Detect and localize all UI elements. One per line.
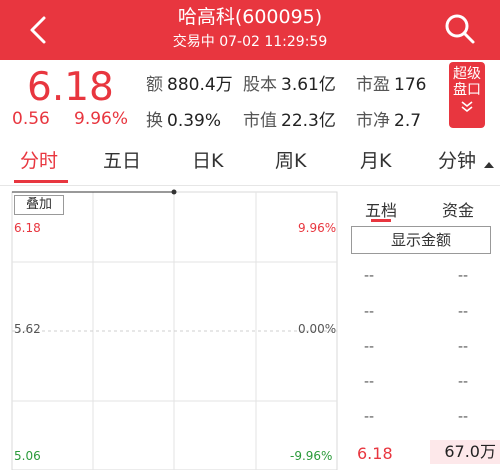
show-amount-button[interactable]: 显示金额	[351, 226, 491, 254]
super-order-book-button[interactable]: 超级盘口	[449, 62, 485, 128]
intraday-chart	[11, 189, 338, 470]
right-tab-underline	[371, 219, 391, 222]
stat-label: 换	[146, 111, 163, 131]
stat-value: 880.4万	[167, 75, 233, 95]
price-change: 0.56	[12, 109, 50, 129]
trading-status: 交易中 07-02 11:29:59	[172, 34, 328, 50]
y-axis-mid-price: 5.62	[14, 322, 41, 336]
active-tab-underline	[14, 180, 68, 183]
double-chevron-down-icon	[461, 101, 473, 113]
order-book-price: --	[364, 409, 375, 425]
tab-order-book[interactable]: 五档	[365, 197, 397, 221]
y-axis-top-percent: 9.96%	[298, 221, 337, 235]
search-icon[interactable]	[442, 11, 478, 47]
super-order-book-label: 超级盘口	[453, 66, 481, 98]
order-book-price: --	[364, 374, 375, 390]
order-book-volume: --	[458, 304, 469, 320]
stat-pe-ratio: 市盈 176	[356, 70, 426, 95]
tab-daily-k[interactable]: 日K	[192, 146, 223, 173]
app-header: 哈高科(600095) 交易中 07-02 11:29:59	[0, 0, 500, 60]
tab-five-day[interactable]: 五日	[103, 146, 141, 173]
tab-minute[interactable]: 分钟	[438, 146, 476, 173]
order-book-volume: --	[458, 268, 469, 284]
page-title: 哈高科(600095)	[177, 6, 323, 28]
stat-label: 市值	[243, 111, 277, 131]
tab-weekly-k[interactable]: 周K	[275, 146, 306, 173]
chart-period-tabs: 分时 五日 日K 周K 月K 分钟	[0, 138, 500, 186]
order-book-volume: --	[458, 374, 469, 390]
stat-share-capital: 股本 3.61亿	[243, 70, 336, 95]
stat-value: 176	[394, 75, 427, 95]
order-book-price: --	[364, 268, 375, 284]
tab-intraday[interactable]: 分时	[20, 146, 58, 173]
stat-turnover-amount: 额 880.4万	[146, 70, 233, 95]
stat-market-cap: 市值 22.3亿	[243, 106, 336, 131]
stat-value: 2.7	[394, 111, 422, 131]
stat-value: 3.61亿	[281, 75, 336, 95]
tab-monthly-k[interactable]: 月K	[360, 146, 391, 173]
current-price: 6.18	[27, 65, 114, 110]
stat-label: 股本	[243, 75, 277, 95]
order-book-volume: --	[458, 339, 469, 355]
stat-label: 额	[146, 75, 163, 95]
tab-dropdown-icon[interactable]	[484, 162, 494, 168]
order-book-price: --	[364, 304, 375, 320]
stat-turnover-rate: 换 0.39%	[146, 106, 221, 131]
y-axis-bottom-percent: -9.96%	[290, 449, 333, 463]
y-axis-mid-percent: 0.00%	[298, 322, 337, 336]
stat-value: 22.3亿	[281, 111, 336, 131]
current-point-marker	[171, 189, 177, 195]
stat-value: 0.39%	[167, 111, 222, 131]
stat-label: 市净	[356, 111, 390, 131]
overlay-button[interactable]: 叠加	[14, 195, 64, 215]
stat-label: 市盈	[356, 75, 390, 95]
tab-capital-flow[interactable]: 资金	[442, 197, 474, 221]
order-book-volume: --	[458, 409, 469, 425]
stat-pb-ratio: 市净 2.7	[356, 106, 421, 131]
y-axis-bottom-price: 5.06	[14, 449, 41, 463]
y-axis-top-price: 6.18	[14, 221, 41, 235]
order-book-last-price: 6.18	[357, 444, 393, 463]
order-book-last-amount: 67.0万	[430, 440, 500, 464]
price-change-percent: 9.96%	[74, 109, 129, 129]
order-book-price: --	[364, 339, 375, 355]
